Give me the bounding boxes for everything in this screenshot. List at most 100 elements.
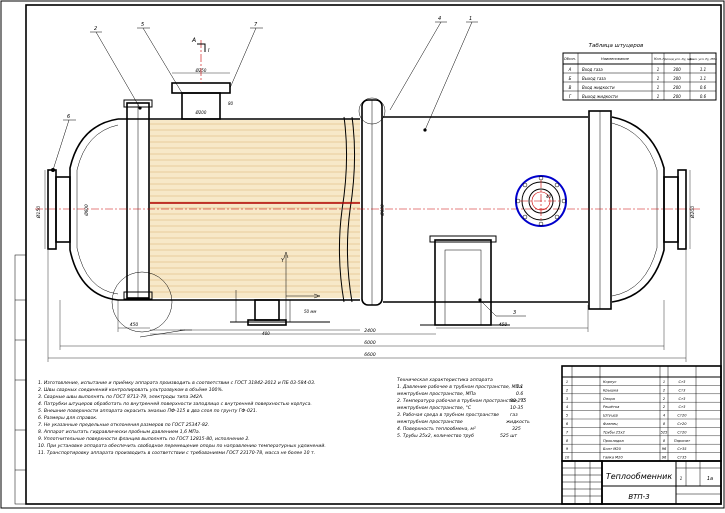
dim-radius-mark: 40: [546, 194, 552, 199]
spec-row-pos: 6: [566, 422, 569, 426]
spec-row-note: Ст35: [677, 456, 687, 460]
nozzle-header-1: Наименование: [601, 57, 630, 61]
svg-text:1: 1: [657, 76, 660, 81]
spec-row-name: Болт М20: [603, 447, 622, 451]
bottom-nozzle: [254, 299, 280, 321]
spec-row-pos: 2: [566, 388, 569, 392]
spec-row-qty: 8: [663, 439, 666, 443]
spec-value: 1.1: [516, 384, 523, 390]
side-flange-view: 40: [515, 175, 567, 227]
spec-row-qty: 4: [663, 414, 666, 418]
drawing-sheet: Таблица штуцеров Обозн. Наименование Кол…: [0, 0, 725, 509]
svg-text:В: В: [569, 85, 572, 90]
svg-text:Г: Г: [569, 94, 572, 99]
scale-mark: 1: [680, 476, 683, 481]
spec-label: 3. Рабочая среда в трубном пространстве: [397, 412, 499, 418]
spec-label: межтрубном пространстве, МПа: [397, 391, 476, 397]
svg-text:200: 200: [673, 85, 681, 90]
spec-label: 1. Давление рабочее в трубном пространст…: [397, 384, 522, 390]
nozzle-row: В Вход жидкости 1 200 0.6: [569, 85, 707, 90]
svg-text:0.6: 0.6: [700, 94, 707, 99]
spec-row-qty: 96: [662, 456, 667, 460]
dim-left-nozzle: Ø150: [35, 206, 42, 219]
spec-row-note: Ст35: [677, 447, 687, 451]
drawing-code: ВТП-3: [628, 493, 649, 501]
dim-nozzle-spacing: 400: [262, 331, 270, 336]
right-support: [434, 239, 492, 326]
note-line: 3. Сварные швы выполнять по ГОСТ 8713-79…: [38, 394, 203, 400]
spec-table-rows: 1 Корпус 1 Ст3 2 Крышка 2 Ст3 3 Опора 2 Ст3 4 Решётка…: [562, 380, 721, 462]
spec-row-name: Решётка: [603, 405, 619, 409]
spec-row-pos: 5: [566, 414, 569, 418]
svg-text:Выход жидкости: Выход жидкости: [582, 94, 618, 99]
dim-flange-height: 80: [228, 101, 234, 106]
spec-row-name: Фланец: [603, 422, 618, 426]
callout-label: 3: [513, 310, 516, 316]
svg-text:1.1: 1.1: [700, 76, 706, 81]
left-binding-strip: [14, 254, 27, 505]
dim-overall-length: 6600: [364, 352, 376, 358]
spec-row-pos: 10: [565, 456, 570, 460]
note-line: 2. Швы сварных соединений контролировать…: [38, 387, 223, 393]
spec-row-pos: 3: [566, 397, 569, 401]
shell-wall-right: [383, 116, 588, 303]
svg-text:1: 1: [657, 94, 660, 99]
nozzle-header-2: Кол.: [654, 57, 662, 61]
view-label: А: [191, 37, 196, 44]
nozzle-row: Б Выход газа 1 300 1.1: [569, 76, 707, 81]
spec-row-pos: 7: [566, 430, 569, 434]
spec-row-qty: 2: [663, 397, 666, 401]
drawing-canvas: Таблица штуцеров Обозн. Наименование Кол…: [0, 0, 725, 509]
spec-row-name: Опора: [603, 397, 615, 401]
nozzle-header-0: Обозн.: [564, 57, 576, 61]
spec-label: 5. Трубы 25х2, количество труб: [397, 433, 474, 439]
dim-right-nozzle: Ø200: [689, 206, 696, 219]
spec-label: межтрубном пространстве, °С: [397, 405, 472, 411]
spec-row-note: Ст20: [677, 414, 687, 418]
spec-row-pos: 9: [566, 447, 569, 451]
spec-row-name: Штуцер: [603, 414, 619, 418]
nozzle-row: Г Выход жидкости 1 200 0.6: [569, 94, 707, 99]
svg-text:1.1: 1.1: [700, 67, 706, 72]
spec-row-note: Ст3: [679, 380, 687, 384]
technical-notes: 1. Изготовление, испытание и приёмку апп…: [38, 380, 326, 456]
drawing-title: Теплообменник: [606, 472, 672, 481]
dim-span-length: 6000: [364, 340, 376, 346]
right-end-nozzle: [663, 176, 679, 243]
spec-row-note: Ст3: [679, 405, 687, 409]
right-head: [611, 116, 665, 303]
sheet-number: 1а: [707, 476, 713, 482]
spec-value: 10-35: [510, 405, 523, 411]
spec-label: 2. Температура рабочая в трубном простра…: [397, 398, 526, 404]
spec-value: 325: [512, 426, 521, 432]
spec-row-note: Паронит: [674, 439, 691, 443]
spec-row-note: Ст20: [677, 422, 687, 426]
top-nozzle: [181, 92, 221, 120]
revision-block: [561, 460, 603, 505]
nozzle-header-3: Проход усл. Dy, мм: [662, 57, 692, 61]
note-line: 6. Размеры для справок.: [38, 415, 98, 421]
spec-row-name: Прокладка: [603, 439, 624, 443]
svg-text:1: 1: [657, 85, 660, 90]
svg-text:300: 300: [673, 67, 681, 72]
spec-row-note: Ст20: [677, 430, 687, 434]
spec-value: 0.6: [516, 391, 523, 397]
spec-row-qty: 96: [662, 447, 667, 451]
title-block: Теплообменник ВТП-3 1а 1: [601, 460, 722, 505]
spec-row-qty: 2: [663, 405, 666, 409]
note-line: 7. Не указанные предельные отклонения ра…: [38, 422, 209, 428]
callout-label: 5: [141, 22, 144, 28]
svg-text:Вход жидкости: Вход жидкости: [582, 85, 615, 90]
svg-text:0.6: 0.6: [700, 85, 707, 90]
spec-value: газ: [510, 413, 518, 418]
svg-text:Выход газа: Выход газа: [582, 76, 606, 81]
tech-specs-title: Техническая характеристика аппарата: [397, 377, 493, 383]
dimension-lines: 450 450 2400 6000 6600: [47, 250, 687, 362]
spec-row-qty: 8: [663, 422, 666, 426]
spec-row-qty: 1: [663, 380, 665, 384]
svg-text:200: 200: [673, 94, 681, 99]
left-end-nozzle: [55, 176, 71, 243]
view-arrow-label: I: [208, 48, 210, 54]
spec-row-qty: 525: [661, 430, 669, 434]
dim-shell-mid: Ø680: [380, 204, 385, 217]
